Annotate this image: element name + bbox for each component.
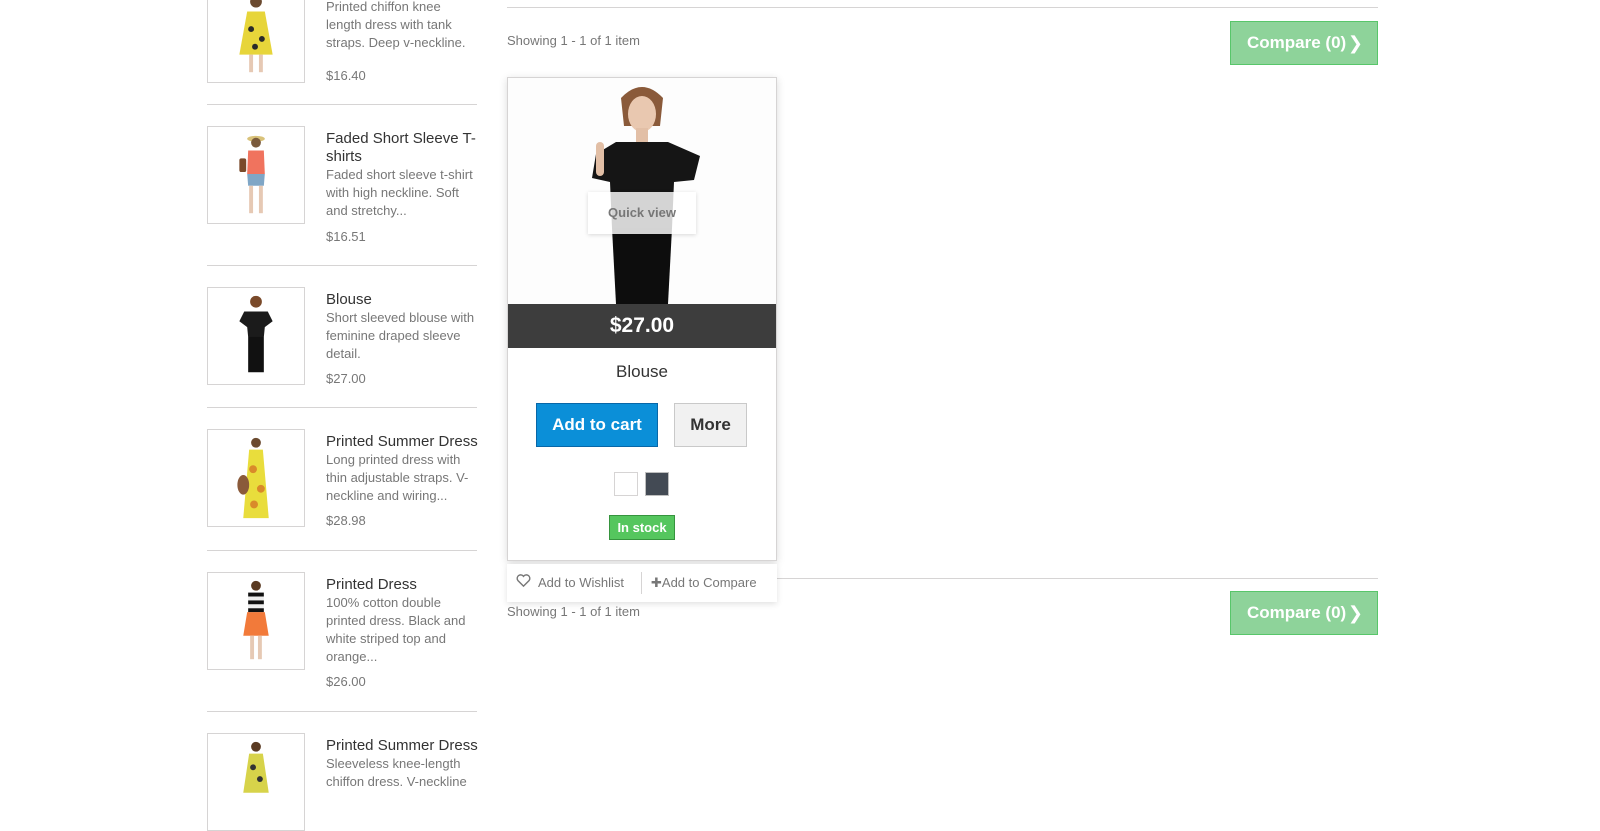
pagination-counter-bottom: Showing 1 - 1 of 1 item xyxy=(507,604,640,619)
product-name[interactable]: Printed Summer Dress xyxy=(326,737,478,755)
divider xyxy=(641,572,642,594)
product-description: Printed chiffon knee length dress with t… xyxy=(326,0,466,50)
color-swatch-dark[interactable] xyxy=(645,472,669,496)
product-thumbnail[interactable] xyxy=(207,0,305,83)
divider xyxy=(207,265,477,266)
quick-view-button[interactable]: Quick view xyxy=(588,192,696,234)
compare-button-top[interactable]: Compare (0) ❯ xyxy=(1230,21,1378,65)
product-description: 100% cotton double printed dress. Black … xyxy=(326,595,466,664)
product-name[interactable]: Blouse xyxy=(508,362,776,382)
compare-button-bottom[interactable]: Compare (0) ❯ xyxy=(1230,591,1378,635)
divider xyxy=(207,711,477,712)
product-name[interactable]: Blouse xyxy=(326,291,478,309)
product-name[interactable]: Faded Short Sleeve T-shirts xyxy=(326,130,478,166)
stock-badge: In stock xyxy=(609,515,675,540)
product-price: $27.00 xyxy=(508,304,776,348)
product-price: $26.00 xyxy=(326,674,366,689)
add-to-wishlist-link[interactable]: Add to Wishlist xyxy=(516,564,624,603)
compare-label: Compare (0) xyxy=(1247,603,1347,622)
add-to-compare-link[interactable]: ✚Add to Compare xyxy=(651,564,757,602)
compare-label: Compare (0) xyxy=(1247,33,1347,52)
product-description: Long printed dress with thin adjustable … xyxy=(326,452,469,503)
pagination-counter-top: Showing 1 - 1 of 1 item xyxy=(507,33,640,48)
product-price: $16.40 xyxy=(326,68,366,83)
chevron-right-icon: ❯ xyxy=(1347,33,1363,53)
color-swatch-white[interactable] xyxy=(614,472,638,496)
more-button[interactable]: More xyxy=(674,403,747,447)
divider xyxy=(207,550,477,551)
product-thumbnail[interactable] xyxy=(207,126,305,224)
product-name[interactable]: Printed Dress xyxy=(326,576,478,594)
product-thumbnail[interactable] xyxy=(207,287,305,385)
divider xyxy=(507,7,1378,8)
divider xyxy=(207,407,477,408)
product-card[interactable]: Quick view $27.00 Blouse Add to cart Mor… xyxy=(507,77,777,561)
product-thumbnail[interactable] xyxy=(207,572,305,670)
product-description: Short sleeved blouse with feminine drape… xyxy=(326,310,475,361)
heart-icon xyxy=(516,565,532,603)
divider xyxy=(207,104,477,105)
product-description: Faded short sleeve t-shirt with high nec… xyxy=(326,167,473,218)
product-price: $28.98 xyxy=(326,513,366,528)
product-price: $27.00 xyxy=(326,371,366,386)
product-card-actions: Add to Wishlist ✚Add to Compare xyxy=(507,564,777,602)
compare-link-label: Add to Compare xyxy=(661,575,757,590)
plus-icon: ✚ xyxy=(651,575,662,590)
product-description: Sleeveless knee-length chiffon dress. V-… xyxy=(326,756,467,789)
chevron-right-icon: ❯ xyxy=(1347,603,1363,623)
product-price: $16.51 xyxy=(326,229,366,244)
product-name[interactable]: Printed Summer Dress xyxy=(326,433,478,451)
product-thumbnail[interactable] xyxy=(207,429,305,527)
wishlist-label: Add to Wishlist xyxy=(538,575,624,590)
add-to-cart-button[interactable]: Add to cart xyxy=(536,403,658,447)
product-image[interactable]: Quick view xyxy=(508,78,776,304)
product-thumbnail[interactable] xyxy=(207,733,305,831)
